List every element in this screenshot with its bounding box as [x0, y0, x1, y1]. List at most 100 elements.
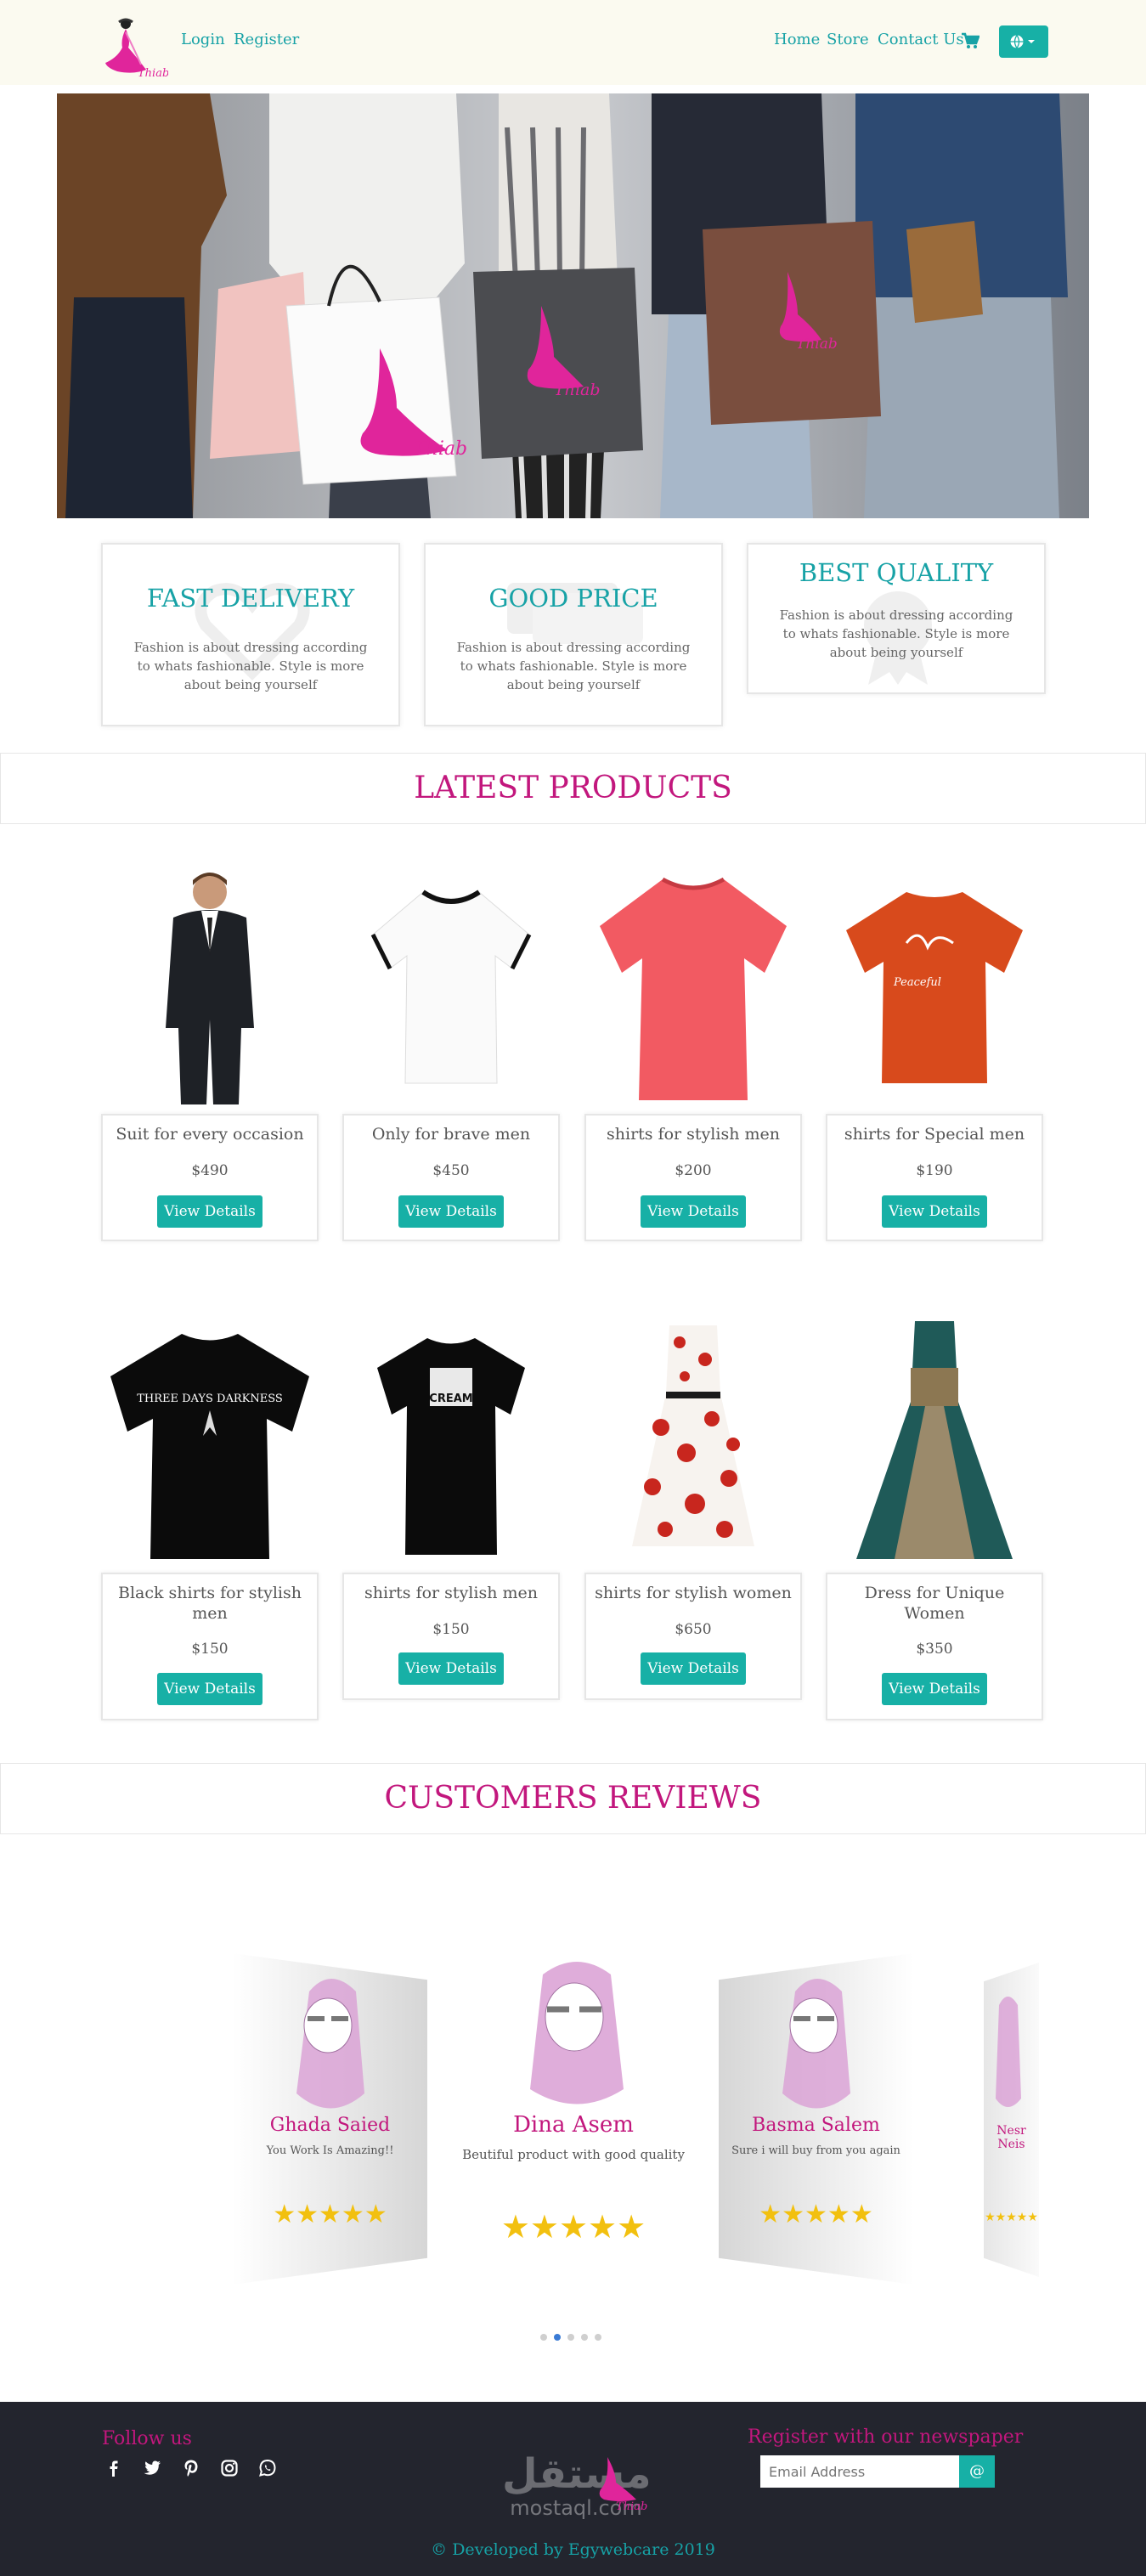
product-card: Dress for Unique Women $350 View Details: [826, 1573, 1043, 1720]
product-price: $190: [916, 1162, 953, 1179]
product-card: Suit for every occasion $490 View Detail…: [101, 1114, 319, 1241]
customer-avatar: [996, 1997, 1021, 2107]
svg-text:Thiab: Thiab: [554, 381, 600, 399]
customer-reviews-header: CUSTOMERS REVIEWS: [0, 1763, 1146, 1834]
svg-text:CREAM: CREAM: [429, 1393, 472, 1405]
review-stars: ★★★★★: [985, 2211, 1038, 2224]
facebook-icon[interactable]: [104, 2458, 124, 2478]
whatsapp-icon[interactable]: [257, 2458, 278, 2478]
svg-text:Thiab: Thiab: [414, 438, 467, 460]
product-name: shirts for stylish men: [607, 1125, 780, 1144]
product-price: $490: [191, 1162, 229, 1179]
product-name: Dress for Unique Women: [864, 1584, 1005, 1623]
product-image-green-gown[interactable]: [826, 1317, 1043, 1563]
review-card[interactable]: Basma Salem Sure i will buy from you aga…: [719, 1953, 913, 2285]
product-image-cream-tshirt[interactable]: CREAM: [342, 1317, 560, 1563]
product-name: shirts for stylish men: [364, 1584, 538, 1602]
view-details-button[interactable]: View Details: [398, 1652, 504, 1685]
product-image-white-tshirt[interactable]: [342, 858, 560, 1104]
hero-banner-image: Thiab Thiab Thiab: [57, 93, 1089, 518]
review-card-partial[interactable]: Nesr Neis ★★★★★: [984, 1963, 1039, 2277]
globe-icon: [1010, 35, 1035, 48]
nav-store-link[interactable]: Store: [827, 31, 869, 48]
nav-home-link[interactable]: Home: [774, 31, 820, 48]
svg-text:Thiab: Thiab: [796, 336, 838, 353]
product-card: shirts for Special men $190 View Details: [826, 1114, 1043, 1241]
product-name: Black shirts for stylish men: [118, 1584, 302, 1623]
brand-text: Thiab: [616, 2500, 647, 2513]
carousel-dot-active[interactable]: [554, 2334, 561, 2341]
feature-title: FAST DELIVERY: [146, 584, 355, 613]
product-name: shirts for Special men: [844, 1125, 1025, 1144]
feature-text: Fashion is about dressing according to w…: [779, 607, 1013, 660]
view-details-button[interactable]: View Details: [398, 1195, 504, 1228]
review-stars: ★★★★★: [759, 2200, 873, 2229]
review-text: Beutiful product with good quality: [462, 2147, 685, 2162]
view-details-button[interactable]: View Details: [157, 1195, 263, 1228]
follow-us-title: Follow us: [102, 2428, 192, 2449]
nav-login-link[interactable]: Login: [181, 31, 225, 48]
svg-text:THREE DAYS DARKNESS: THREE DAYS DARKNESS: [137, 1393, 283, 1405]
review-card-active[interactable]: Dina Asem Beutiful product with good qua…: [450, 1945, 697, 2293]
feature-title: GOOD PRICE: [488, 584, 658, 613]
product-image-suit[interactable]: [101, 858, 319, 1104]
language-dropdown-button[interactable]: [999, 25, 1048, 58]
product-price: $450: [432, 1162, 470, 1179]
review-card[interactable]: Ghada Saied You Work Is Amazing!! ★★★★★: [233, 1953, 427, 2285]
instagram-icon[interactable]: [219, 2458, 240, 2478]
shopping-cart-icon[interactable]: [961, 32, 979, 49]
product-card: shirts for stylish men $200 View Details: [584, 1114, 802, 1241]
review-stars: ★★★★★: [500, 2208, 646, 2246]
product-image-floral-dress[interactable]: [584, 1317, 802, 1563]
customer-avatar: [530, 1962, 624, 2104]
carousel-pagination: [540, 2328, 608, 2341]
customer-avatar: [296, 1979, 364, 2109]
pinterest-icon[interactable]: [181, 2458, 201, 2478]
svg-text:Thiab: Thiab: [138, 67, 168, 80]
product-image-red-tshirt[interactable]: [584, 858, 802, 1104]
view-details-button[interactable]: View Details: [641, 1195, 746, 1228]
product-price: $200: [675, 1162, 712, 1179]
newsletter-email-input[interactable]: [760, 2455, 959, 2488]
latest-products-header: LATEST PRODUCTS: [0, 753, 1146, 824]
feature-best-quality: BEST QUALITY Fashion is about dressing a…: [747, 543, 1046, 694]
feature-fast-delivery: FAST DELIVERY Fashion is about dressing …: [101, 543, 400, 726]
product-image-orange-tshirt[interactable]: Peaceful: [826, 858, 1043, 1104]
product-price: $650: [675, 1621, 712, 1638]
brand-logo[interactable]: Thiab: [100, 15, 168, 80]
view-details-button[interactable]: View Details: [157, 1673, 263, 1705]
product-price: $350: [916, 1641, 953, 1658]
product-name: Only for brave men: [371, 1125, 531, 1144]
product-card: Only for brave men $450 View Details: [342, 1114, 560, 1241]
view-details-button[interactable]: View Details: [641, 1652, 746, 1685]
nav-contact-link[interactable]: Contact Us: [878, 31, 964, 48]
carousel-dot[interactable]: [581, 2334, 588, 2341]
product-name: shirts for stylish women: [595, 1584, 792, 1602]
section-title: CUSTOMERS REVIEWS: [384, 1781, 762, 1816]
mostaql-watermark: مستقل mostaql.com Thiab: [502, 2450, 652, 2520]
view-details-button[interactable]: View Details: [882, 1195, 987, 1228]
carousel-dot[interactable]: [540, 2334, 547, 2341]
customer-avatar: [782, 1979, 850, 2109]
view-details-button[interactable]: View Details: [882, 1673, 987, 1705]
newsletter-title: Register with our newspaper: [748, 2426, 1024, 2448]
feature-title: BEST QUALITY: [799, 558, 994, 587]
newsletter-submit-button[interactable]: @: [959, 2455, 995, 2488]
nav-register-link[interactable]: Register: [234, 31, 299, 48]
product-price: $150: [191, 1641, 229, 1658]
review-author: Dina Asem: [513, 2112, 634, 2138]
product-price: $150: [432, 1621, 470, 1638]
carousel-dot[interactable]: [595, 2334, 601, 2341]
feature-good-price: GOOD PRICE Fashion is about dressing acc…: [424, 543, 723, 726]
review-stars: ★★★★★: [273, 2200, 387, 2229]
section-title: LATEST PRODUCTS: [414, 771, 732, 805]
product-image-black-tshirt[interactable]: THREE DAYS DARKNESS: [101, 1317, 319, 1563]
twitter-icon[interactable]: [142, 2458, 162, 2478]
review-author: Basma Salem: [752, 2115, 880, 2136]
svg-text:مستقل: مستقل: [502, 2450, 652, 2498]
review-text: Sure i will buy from you again: [731, 2144, 900, 2157]
carousel-dot[interactable]: [567, 2334, 574, 2341]
review-text: You Work Is Amazing!!: [266, 2144, 394, 2157]
product-name: Suit for every occasion: [116, 1125, 304, 1144]
copyright-text: © Developed by Egywebcare 2019: [431, 2540, 715, 2559]
